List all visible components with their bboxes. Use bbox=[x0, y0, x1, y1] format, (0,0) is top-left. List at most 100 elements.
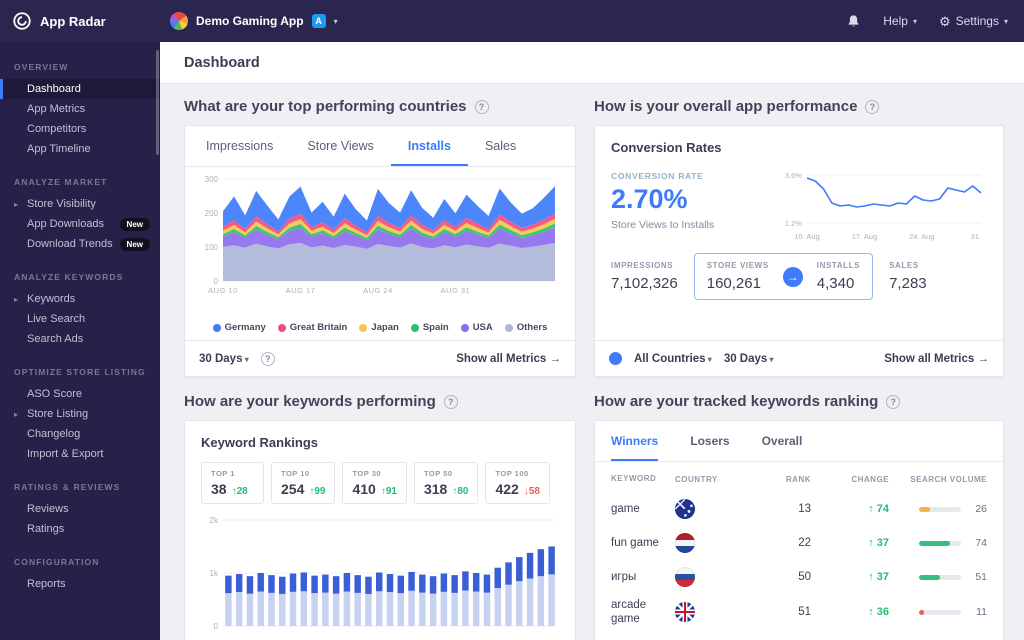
sidebar-item-import-export[interactable]: Import & Export bbox=[0, 444, 160, 464]
section-heading: How are your keywords performing bbox=[184, 393, 436, 410]
settings-menu[interactable]: ⚙ Settings ▾ bbox=[939, 14, 1008, 28]
conversion-rate-value: 2.70% bbox=[611, 184, 688, 214]
countries-card-footer: 30 Days Show all Metrics bbox=[185, 340, 575, 376]
legend-item[interactable]: Japan bbox=[359, 322, 399, 333]
sidebar-item-reviews[interactable]: Reviews bbox=[0, 499, 160, 519]
sidebar-item-app-downloads[interactable]: App Downloads New bbox=[0, 214, 160, 234]
volume-bar bbox=[919, 574, 961, 580]
tab-losers[interactable]: Losers bbox=[690, 421, 729, 461]
help-icon[interactable] bbox=[865, 99, 880, 114]
legend-label: Japan bbox=[371, 322, 399, 333]
brand[interactable]: App Radar bbox=[12, 11, 160, 31]
tab-impressions[interactable]: Impressions bbox=[189, 126, 290, 166]
stat-installs: INSTALLS 4,340 bbox=[816, 261, 861, 292]
sidebar-item-changelog[interactable]: Changelog bbox=[0, 424, 160, 444]
help-icon[interactable] bbox=[260, 351, 275, 366]
top-rank-box: TOP 10 254 99 bbox=[271, 462, 336, 504]
legend-label: Great Britain bbox=[289, 322, 348, 333]
legend-item[interactable]: Great Britain bbox=[277, 322, 348, 333]
sidebar-item-label: Reports bbox=[27, 578, 66, 590]
legend-label: Others bbox=[516, 322, 548, 333]
sidebar: OVERVIEW Dashboard App Metrics Competitors A… bbox=[0, 42, 160, 640]
svg-text:1k: 1k bbox=[210, 569, 219, 578]
keyword-cell: fun game bbox=[611, 536, 659, 549]
rank-cell: 50 bbox=[798, 571, 811, 583]
sidebar-item-label: Live Search bbox=[27, 313, 86, 325]
help-icon[interactable] bbox=[474, 99, 489, 114]
content: What are your top performing countries I… bbox=[160, 84, 1024, 640]
tab-store-views[interactable]: Store Views bbox=[290, 126, 390, 166]
card-title: Keyword Rankings bbox=[201, 435, 319, 450]
tab-overall[interactable]: Overall bbox=[762, 421, 803, 461]
sidebar-item-label: Keywords bbox=[27, 293, 76, 305]
svg-text:AUG 31: AUG 31 bbox=[441, 286, 471, 295]
sidebar-item-store-visibility[interactable]: ▸ Store Visibility bbox=[0, 194, 160, 214]
table-row[interactable]: arcade game 51 36 11 bbox=[595, 594, 1003, 631]
sidebar-item-live-search[interactable]: Live Search bbox=[0, 309, 160, 329]
sidebar-item-store-listing[interactable]: ▸ Store Listing bbox=[0, 404, 160, 424]
rank-cell: 22 bbox=[798, 537, 811, 549]
chevron-down-icon: ▾ bbox=[333, 16, 338, 26]
svg-text:AUG 10: AUG 10 bbox=[208, 286, 238, 295]
brand-name: App Radar bbox=[40, 13, 106, 29]
top-countries-card: Impressions Store Views Installs Sales 0… bbox=[184, 125, 576, 377]
notifications-button[interactable] bbox=[846, 14, 861, 29]
help-menu[interactable]: Help ▾ bbox=[883, 14, 917, 28]
app-selector[interactable]: Demo Gaming App ▾ bbox=[170, 12, 338, 30]
chevron-right-icon: ▸ bbox=[14, 199, 19, 209]
svg-text:0: 0 bbox=[214, 277, 219, 286]
svg-text:2k: 2k bbox=[210, 516, 219, 525]
section-keyword-rankings: How are your keywords performing Keyword… bbox=[184, 393, 576, 640]
sidebar-item-search-ads[interactable]: Search Ads bbox=[0, 329, 160, 349]
legend-item[interactable]: Others bbox=[504, 322, 548, 333]
page-title: Dashboard bbox=[184, 54, 260, 71]
show-all-metrics-link[interactable]: Show all Metrics bbox=[456, 353, 561, 365]
sidebar-item-keywords[interactable]: ▸ Keywords bbox=[0, 289, 160, 309]
rank-cell: 13 bbox=[798, 503, 811, 515]
date-range-dropdown[interactable]: 30 Days bbox=[199, 353, 249, 365]
card-title: Conversion Rates bbox=[611, 140, 722, 155]
table-row[interactable]: fun game 22 37 74 bbox=[595, 526, 1003, 560]
search-volume-cell: 74 bbox=[889, 537, 987, 549]
legend-item[interactable]: Germany bbox=[212, 322, 266, 333]
help-label: Help bbox=[883, 14, 908, 28]
sidebar-item-dashboard[interactable]: Dashboard bbox=[0, 79, 160, 99]
metric-tabs: Impressions Store Views Installs Sales bbox=[185, 126, 575, 167]
funnel-stats: IMPRESSIONS 7,102,326 STORE VIEWS 160,26… bbox=[595, 241, 1003, 300]
search-volume-cell: 11 bbox=[889, 606, 987, 618]
sidebar-section-title: OVERVIEW bbox=[14, 62, 69, 72]
top-rank-box: TOP 1 38 28 bbox=[201, 462, 264, 504]
sidebar-item-download-trends[interactable]: Download Trends New bbox=[0, 234, 160, 254]
sidebar-item-competitors[interactable]: Competitors bbox=[0, 119, 160, 139]
globe-icon bbox=[609, 352, 622, 365]
legend-item[interactable]: Spain bbox=[410, 322, 449, 333]
table-row[interactable]: игры 50 37 51 bbox=[595, 560, 1003, 594]
legend-item[interactable]: USA bbox=[460, 322, 493, 333]
sidebar-item-aso-score[interactable]: ASO Score bbox=[0, 384, 160, 404]
table-row[interactable]: game 13 74 26 bbox=[595, 492, 1003, 526]
show-all-metrics-link[interactable]: Show all Metrics bbox=[884, 353, 989, 365]
help-icon[interactable] bbox=[886, 394, 901, 409]
sidebar-item-app-timeline[interactable]: App Timeline bbox=[0, 139, 160, 159]
conversion-rate-label: CONVERSION RATE bbox=[611, 171, 704, 181]
keyword-cell: игры bbox=[611, 570, 637, 583]
tab-installs[interactable]: Installs bbox=[390, 126, 468, 166]
sidebar-item-ratings[interactable]: Ratings bbox=[0, 519, 160, 539]
svg-text:10. Aug: 10. Aug bbox=[794, 232, 819, 241]
sidebar-item-reports[interactable]: Reports bbox=[0, 574, 160, 594]
tab-sales[interactable]: Sales bbox=[468, 126, 533, 166]
country-flag bbox=[675, 533, 695, 553]
funnel-arrow-icon: → bbox=[782, 266, 803, 287]
date-range-dropdown[interactable]: 30 Days bbox=[724, 353, 774, 365]
legend-dot-icon bbox=[460, 323, 469, 332]
sidebar-item-label: Search Ads bbox=[27, 333, 84, 345]
tab-winners[interactable]: Winners bbox=[611, 421, 659, 461]
svg-text:100: 100 bbox=[205, 243, 219, 252]
help-icon[interactable] bbox=[443, 394, 458, 409]
chevron-right-icon: ▸ bbox=[14, 409, 19, 419]
sidebar-item-app-metrics[interactable]: App Metrics bbox=[0, 99, 160, 119]
sidebar-scrollbar[interactable] bbox=[156, 50, 159, 155]
sidebar-item-label: Store Listing bbox=[27, 408, 89, 420]
top-rank-box: TOP 100 422 58 bbox=[485, 462, 550, 504]
countries-dropdown[interactable]: All Countries bbox=[634, 353, 712, 365]
